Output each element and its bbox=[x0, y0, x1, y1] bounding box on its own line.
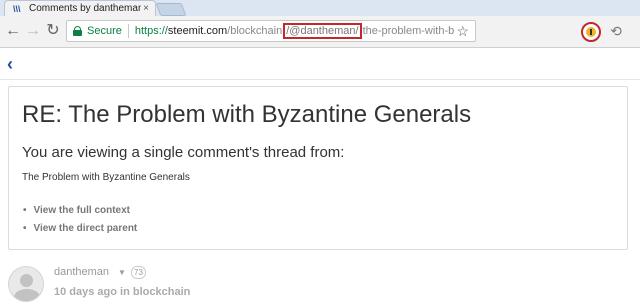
reputation-badge: 73 bbox=[131, 266, 146, 279]
bookmark-star-icon[interactable]: ☆ bbox=[456, 23, 469, 40]
back-chevron-icon[interactable]: ‹ bbox=[7, 54, 13, 75]
history-icon[interactable]: ⟲ bbox=[607, 22, 625, 40]
author-menu-caret-icon[interactable]: ▼ bbox=[118, 268, 126, 277]
secure-label: Secure bbox=[87, 25, 122, 37]
browser-toolbar: ← → ↻ Secure https:// steemit.com /block… bbox=[0, 16, 640, 48]
parent-post-title[interactable]: The Problem with Byzantine Generals bbox=[22, 172, 190, 183]
thread-subtitle: You are viewing a single comment's threa… bbox=[22, 144, 345, 161]
url-scheme: https:// bbox=[134, 25, 168, 37]
url-path-end: the-problem-with-b bbox=[362, 25, 455, 37]
avatar[interactable] bbox=[8, 266, 44, 302]
page-title: RE: The Problem with Byzantine Generals bbox=[22, 101, 472, 128]
comment-meta: 10 days ago in blockchain bbox=[54, 286, 190, 298]
back-button[interactable]: ← bbox=[4, 22, 22, 40]
tab-title: Comments by dantheman bbox=[29, 3, 141, 14]
view-direct-parent-link[interactable]: View the direct parent bbox=[23, 220, 138, 238]
comment-time[interactable]: 10 days ago bbox=[54, 286, 117, 298]
extension-icon[interactable] bbox=[581, 22, 601, 42]
url-highlight: /@dantheman/ bbox=[283, 23, 362, 39]
thread-notice-card: RE: The Problem with Byzantine Generals … bbox=[8, 86, 628, 250]
forward-button[interactable]: → bbox=[24, 22, 42, 40]
lock-icon bbox=[73, 26, 82, 36]
comment-author[interactable]: dantheman bbox=[54, 266, 109, 278]
browser-tab-strip: \\\ Comments by dantheman × bbox=[0, 0, 640, 16]
browser-tab[interactable]: \\\ Comments by dantheman × bbox=[4, 0, 156, 16]
header-divider bbox=[0, 79, 640, 80]
thread-links: View the full context View the direct pa… bbox=[23, 202, 138, 238]
url-host: steemit.com bbox=[167, 25, 228, 37]
comment-category[interactable]: blockchain bbox=[133, 286, 190, 298]
new-tab-button[interactable] bbox=[155, 3, 187, 16]
steemit-icon: \\\ bbox=[13, 3, 21, 14]
reload-button[interactable]: ↻ bbox=[44, 22, 62, 40]
close-tab-icon[interactable]: × bbox=[143, 3, 149, 14]
comment-in-label: in bbox=[120, 286, 130, 298]
address-bar[interactable]: Secure https:// steemit.com /blockchain … bbox=[66, 20, 476, 42]
omnibox-divider bbox=[127, 24, 129, 38]
view-full-context-link[interactable]: View the full context bbox=[23, 202, 137, 220]
url-path-start: /blockchain bbox=[227, 25, 283, 37]
